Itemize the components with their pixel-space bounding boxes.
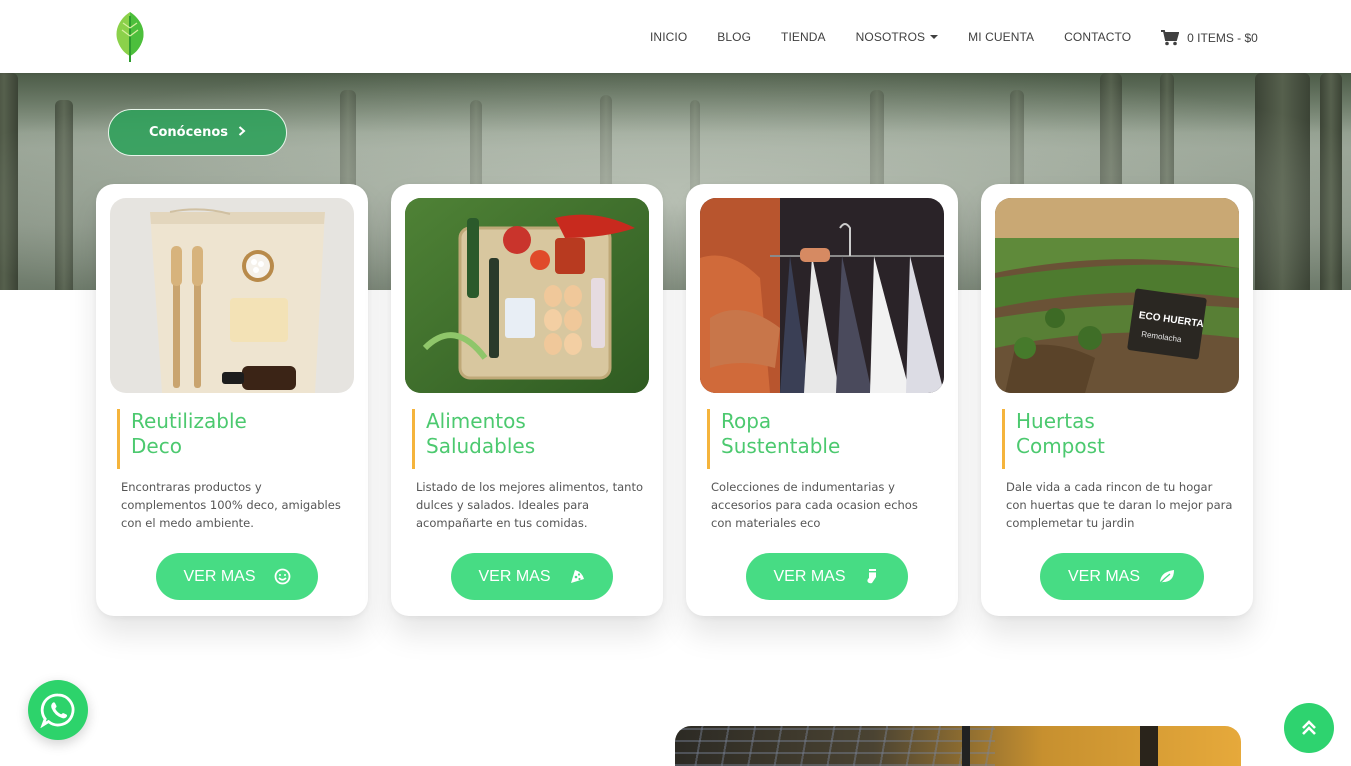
nav-nosotros[interactable]: NOSOTROS bbox=[855, 29, 939, 44]
card-title: Huertas Compost bbox=[1002, 409, 1232, 469]
ver-mas-button[interactable]: VER MAS bbox=[156, 553, 318, 600]
leaf-logo-icon[interactable] bbox=[112, 10, 148, 64]
chevron-right-icon bbox=[238, 125, 246, 140]
scroll-to-top-button[interactable] bbox=[1284, 703, 1334, 753]
ver-mas-label: VER MAS bbox=[773, 567, 846, 585]
nav-contacto[interactable]: CONTACTO bbox=[1064, 30, 1131, 44]
nav-blog[interactable]: BLOG bbox=[717, 30, 751, 44]
card-image-huertas: ECO HUERTA Remolacha bbox=[995, 198, 1239, 393]
ver-mas-label: VER MAS bbox=[183, 567, 256, 585]
cart-summary: 0 ITEMS - $0 bbox=[1187, 31, 1258, 45]
card-huertas-compost: ECO HUERTA Remolacha Huertas Compost Dal… bbox=[981, 184, 1253, 616]
nav-inicio[interactable]: INICIO bbox=[650, 30, 687, 44]
card-title-line2: Compost bbox=[1016, 434, 1105, 458]
ver-mas-button[interactable]: VER MAS bbox=[746, 553, 908, 600]
conocenos-button[interactable]: Conócenos bbox=[108, 109, 287, 156]
shopping-cart-icon bbox=[1161, 30, 1180, 46]
ver-mas-button[interactable]: VER MAS bbox=[451, 553, 613, 600]
smile-icon bbox=[274, 568, 291, 585]
ver-mas-button[interactable]: VER MAS bbox=[1040, 553, 1204, 600]
card-title-line1: Alimentos bbox=[426, 409, 526, 433]
conocenos-label: Conócenos bbox=[148, 125, 229, 140]
whatsapp-icon bbox=[40, 693, 75, 728]
card-image-ropa bbox=[700, 198, 944, 393]
card-description: Listado de los mejores alimentos, tanto … bbox=[416, 480, 643, 530]
card-title-line2: Deco bbox=[131, 434, 182, 458]
card-title-line1: Ropa bbox=[721, 409, 772, 433]
card-title: Reutilizable Deco bbox=[117, 409, 347, 469]
card-alimentos-saludables: Alimentos Saludables Listado de los mejo… bbox=[391, 184, 663, 616]
card-title-line2: Sustentable bbox=[721, 434, 841, 458]
leaf-icon bbox=[1158, 568, 1176, 585]
ver-mas-label: VER MAS bbox=[478, 567, 551, 585]
card-reutilizable-deco: Reutilizable Deco Encontraras productos … bbox=[96, 184, 368, 616]
double-chevron-up-icon bbox=[1302, 720, 1316, 735]
card-title: Ropa Sustentable bbox=[707, 409, 937, 469]
solar-panels-image bbox=[675, 726, 1241, 766]
main-nav: INICIO BLOG TIENDA NOSOTROS MI CUENTA CO… bbox=[650, 27, 1258, 46]
navbar: INICIO BLOG TIENDA NOSOTROS MI CUENTA CO… bbox=[0, 0, 1351, 73]
nav-mi-cuenta[interactable]: MI CUENTA bbox=[968, 30, 1034, 44]
card-ropa-sustentable: Ropa Sustentable Colecciones de indument… bbox=[686, 184, 958, 616]
pizza-slice-icon bbox=[569, 568, 586, 585]
cart-link[interactable]: 0 ITEMS - $0 bbox=[1161, 30, 1258, 46]
card-description: Colecciones de indumentarias y accesorio… bbox=[711, 480, 918, 530]
ver-mas-label: VER MAS bbox=[1067, 567, 1140, 585]
card-title: Alimentos Saludables bbox=[412, 409, 642, 469]
sock-icon bbox=[864, 568, 881, 585]
caret-down-icon bbox=[930, 34, 939, 39]
card-description: Dale vida a cada rincon de tu hogar con … bbox=[1006, 480, 1233, 530]
nav-tienda[interactable]: TIENDA bbox=[781, 30, 826, 44]
nav-nosotros-label: NOSOTROS bbox=[855, 29, 926, 44]
card-title-line1: Huertas bbox=[1016, 409, 1095, 433]
card-title-line2: Saludables bbox=[426, 434, 536, 458]
whatsapp-button[interactable] bbox=[28, 680, 88, 740]
card-image-alimentos bbox=[405, 198, 649, 393]
card-image-reutilizable bbox=[110, 198, 354, 393]
card-description: Encontraras productos y complementos 100… bbox=[121, 480, 341, 530]
card-title-line1: Reutilizable bbox=[131, 409, 247, 433]
